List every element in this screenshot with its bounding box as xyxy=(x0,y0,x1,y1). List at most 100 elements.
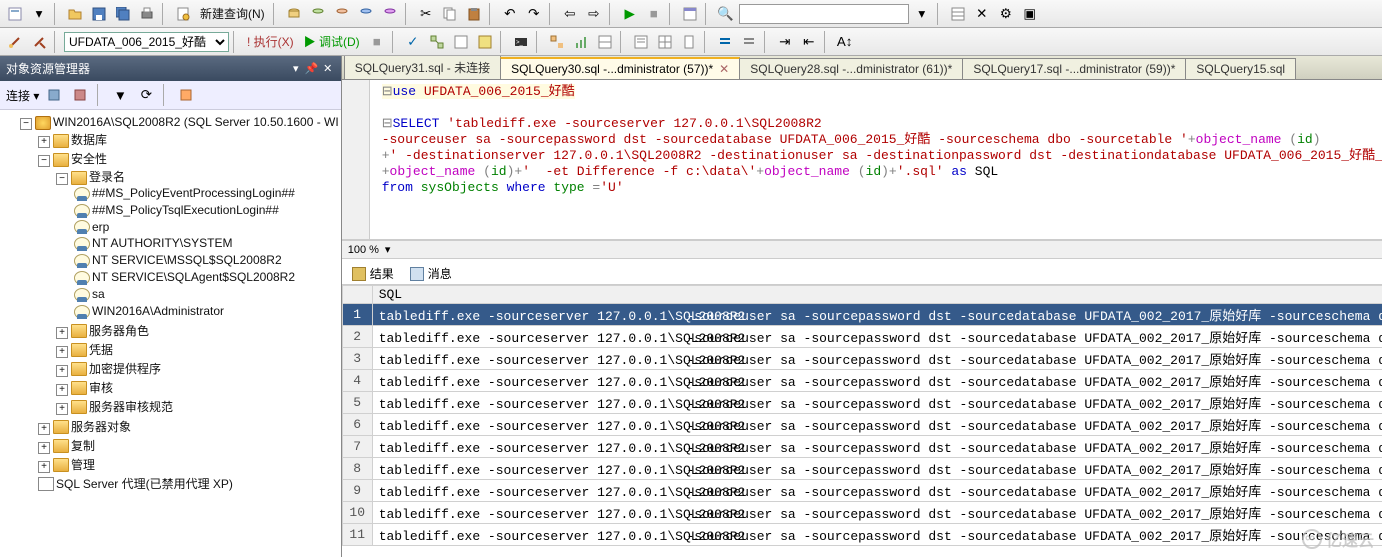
panel-close-icon[interactable]: ✕ xyxy=(321,62,335,76)
tree-crypto[interactable]: 加密提供程序 xyxy=(89,362,161,376)
specify-template-icon[interactable]: A↕ xyxy=(834,31,856,53)
query-options-icon[interactable] xyxy=(450,31,472,53)
tree-security[interactable]: 安全性 xyxy=(71,152,107,166)
grid-header-sql[interactable]: SQL xyxy=(372,286,1382,304)
tree-credentials[interactable]: 凭据 xyxy=(89,343,113,357)
grid-cell-sql[interactable]: tablediff.exe -sourceserver 127.0.0.1\SQ… xyxy=(372,436,1382,458)
nav-fwd-icon[interactable]: ⇨ xyxy=(583,3,605,25)
table-row[interactable]: 1tablediff.exe -sourceserver 127.0.0.1\S… xyxy=(342,304,1382,326)
login-item[interactable]: ##MS_PolicyEventProcessingLogin## xyxy=(92,186,295,200)
db-script-icon-5[interactable] xyxy=(379,3,401,25)
table-row[interactable]: 7tablediff.exe -sourceserver 127.0.0.1\S… xyxy=(342,436,1382,458)
db-script-icon-2[interactable] xyxy=(307,3,329,25)
row-number[interactable]: 3 xyxy=(342,348,372,370)
estimated-plan-icon[interactable] xyxy=(426,31,448,53)
tab-query-30[interactable]: SQLQuery30.sql -...dministrator (57))*✕ xyxy=(500,57,740,79)
tab-query-17[interactable]: SQLQuery17.sql -...dministrator (59))* xyxy=(962,58,1186,79)
dropdown-icon[interactable]: ▾ xyxy=(28,3,50,25)
login-item[interactable]: NT SERVICE\MSSQL$SQL2008R2 xyxy=(92,253,282,267)
print-icon[interactable] xyxy=(136,3,158,25)
redo-icon[interactable]: ↷ xyxy=(523,3,545,25)
new-query-icon[interactable] xyxy=(172,3,194,25)
editor-code[interactable]: ⊟use UFDATA_006_2015_好酷 ⊟SELECT 'tabledi… xyxy=(382,84,1382,196)
connect-stop-icon[interactable]: ⟳ xyxy=(135,84,157,106)
tree-audit-specs[interactable]: 服务器审核规范 xyxy=(89,400,173,414)
sql-editor[interactable]: ⊟use UFDATA_006_2015_好酷 ⊟SELECT 'tabledi… xyxy=(342,80,1382,240)
outdent-icon[interactable]: ⇤ xyxy=(798,31,820,53)
tab-query-15[interactable]: SQLQuery15.sql xyxy=(1185,58,1296,79)
tab-query-28[interactable]: SQLQuery28.sql -...dministrator (61))* xyxy=(739,58,963,79)
copy-icon[interactable] xyxy=(439,3,461,25)
tool-icon-b[interactable]: ⚙ xyxy=(995,3,1017,25)
row-number[interactable]: 9 xyxy=(342,480,372,502)
sqlcmd-icon[interactable]: >_ xyxy=(510,31,532,53)
tree-sql-agent[interactable]: SQL Server 代理(已禁用代理 XP) xyxy=(56,477,233,491)
connect-refresh-icon[interactable] xyxy=(43,84,65,106)
tree-server-root[interactable]: WIN2016A\SQL2008R2 (SQL Server 10.50.160… xyxy=(53,115,339,129)
table-row[interactable]: 11tablediff.exe -sourceserver 127.0.0.1\… xyxy=(342,524,1382,546)
results-grid-icon[interactable] xyxy=(654,31,676,53)
combo-dropdown-icon[interactable]: ▾ xyxy=(911,3,933,25)
results-file-icon[interactable] xyxy=(678,31,700,53)
tree-server-roles[interactable]: 服务器角色 xyxy=(89,324,149,338)
connect-dropdown[interactable]: 连接 ▾ xyxy=(6,87,39,104)
parse-icon[interactable]: ✓ xyxy=(402,31,424,53)
execute-play-icon[interactable]: ▶ xyxy=(619,3,641,25)
expand-toggle[interactable]: − xyxy=(20,118,32,130)
results-window-icon[interactable] xyxy=(679,3,701,25)
debug-button[interactable]: ▶ 调试(D) xyxy=(300,33,364,50)
tree-logins[interactable]: 登录名 xyxy=(89,170,125,184)
table-row[interactable]: 6tablediff.exe -sourceserver 127.0.0.1\S… xyxy=(342,414,1382,436)
panel-dropdown-icon[interactable]: ▾ xyxy=(289,62,303,76)
row-number[interactable]: 8 xyxy=(342,458,372,480)
row-number[interactable]: 6 xyxy=(342,414,372,436)
grid-cell-sql[interactable]: tablediff.exe -sourceserver 127.0.0.1\SQ… xyxy=(372,502,1382,524)
panel-pin-icon[interactable]: 📌 xyxy=(305,62,319,76)
stop-icon[interactable]: ■ xyxy=(643,3,665,25)
tool-icon-a[interactable]: ✕ xyxy=(971,3,993,25)
change-conn-icon[interactable] xyxy=(28,31,50,53)
row-number[interactable]: 4 xyxy=(342,370,372,392)
include-plan-icon[interactable] xyxy=(546,31,568,53)
table-row[interactable]: 4tablediff.exe -sourceserver 127.0.0.1\S… xyxy=(342,370,1382,392)
tree-server-objects[interactable]: 服务器对象 xyxy=(71,420,131,434)
results-tab[interactable]: 结果 xyxy=(348,263,398,284)
login-item[interactable]: WIN2016A\Administrator xyxy=(92,304,224,318)
login-item[interactable]: erp xyxy=(92,220,109,234)
new-query-label[interactable]: 新建查询(N) xyxy=(196,5,269,22)
save-all-icon[interactable] xyxy=(112,3,134,25)
zoom-level[interactable]: 100 % xyxy=(348,244,379,256)
connect-icon[interactable] xyxy=(4,31,26,53)
database-select[interactable]: UFDATA_006_2015_好酷 xyxy=(64,32,229,52)
object-explorer-tree[interactable]: − WIN2016A\SQL2008R2 (SQL Server 10.50.16… xyxy=(0,110,341,557)
nav-back-icon[interactable]: ⇦ xyxy=(559,3,581,25)
comment-icon[interactable] xyxy=(714,31,736,53)
solution-combo[interactable] xyxy=(739,4,909,24)
login-item[interactable]: ##MS_PolicyTsqlExecutionLogin## xyxy=(92,203,279,217)
tool-icon-c[interactable]: ▣ xyxy=(1019,3,1041,25)
find-icon[interactable]: 🔍 xyxy=(715,3,737,25)
table-row[interactable]: 5tablediff.exe -sourceserver 127.0.0.1\S… xyxy=(342,392,1382,414)
login-item[interactable]: NT SERVICE\SQLAgent$SQL2008R2 xyxy=(92,270,295,284)
save-icon[interactable] xyxy=(88,3,110,25)
table-row[interactable]: 3tablediff.exe -sourceserver 127.0.0.1\S… xyxy=(342,348,1382,370)
table-row[interactable]: 8tablediff.exe -sourceserver 127.0.0.1\S… xyxy=(342,458,1382,480)
grid-cell-sql[interactable]: tablediff.exe -sourceserver 127.0.0.1\SQ… xyxy=(372,414,1382,436)
tab-query-31[interactable]: SQLQuery31.sql - 未连接 xyxy=(344,56,501,79)
grid-cell-sql[interactable]: tablediff.exe -sourceserver 127.0.0.1\SQ… xyxy=(372,392,1382,414)
tab-close-icon[interactable]: ✕ xyxy=(719,62,729,76)
new-project-icon[interactable] xyxy=(4,3,26,25)
results-text-icon[interactable] xyxy=(630,31,652,53)
row-number[interactable]: 5 xyxy=(342,392,372,414)
row-number[interactable]: 10 xyxy=(342,502,372,524)
grid-cell-sql[interactable]: tablediff.exe -sourceserver 127.0.0.1\SQ… xyxy=(372,326,1382,348)
grid-cell-sql[interactable]: tablediff.exe -sourceserver 127.0.0.1\SQ… xyxy=(372,304,1382,326)
undo-icon[interactable]: ↶ xyxy=(499,3,521,25)
grid-cell-sql[interactable]: tablediff.exe -sourceserver 127.0.0.1\SQ… xyxy=(372,524,1382,546)
execute-button[interactable]: ! 执行(X) xyxy=(243,33,298,50)
grid-cell-sql[interactable]: tablediff.exe -sourceserver 127.0.0.1\SQ… xyxy=(372,370,1382,392)
paste-icon[interactable] xyxy=(463,3,485,25)
property-icon[interactable] xyxy=(947,3,969,25)
grid-corner[interactable] xyxy=(342,286,372,304)
grid-cell-sql[interactable]: tablediff.exe -sourceserver 127.0.0.1\SQ… xyxy=(372,458,1382,480)
